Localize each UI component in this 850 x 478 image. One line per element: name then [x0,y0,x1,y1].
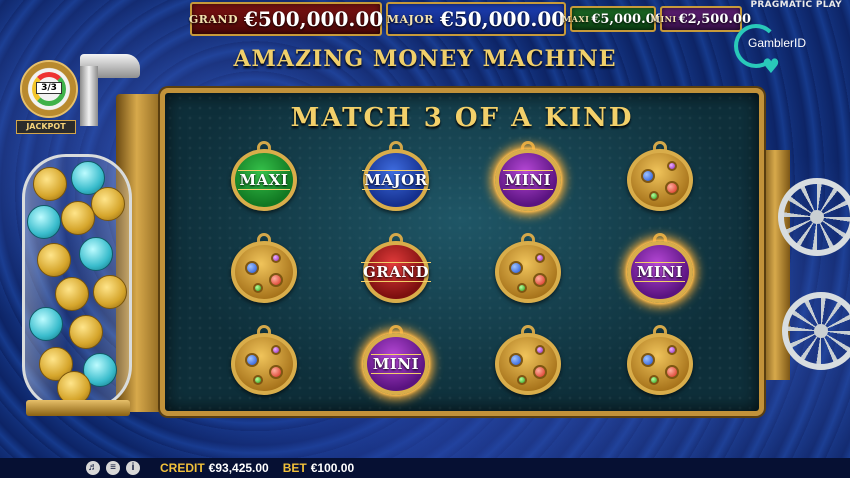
gem-icon [533,273,547,287]
medal-unrevealed[interactable] [627,141,693,211]
coin-icon [69,315,103,349]
jackpot-maxi-label: MAXI [562,14,590,24]
gear-gems-icon [495,241,561,303]
gem-icon [517,375,527,385]
wheel-icon [782,292,850,370]
medal-major[interactable]: MAJOR [362,141,430,211]
board-title: MATCH 3 OF A KIND [290,103,634,133]
gear-gems-icon [627,333,693,395]
jackpot-counter: 3/3 [36,82,62,94]
medal-disc: MAJOR [362,149,430,211]
coin-icon [37,243,71,277]
bet-value: €100.00 [310,461,355,475]
credit-label: CREDIT [160,461,205,475]
jackpot-major-label: MAJOR [386,12,434,26]
gem-icon [271,253,281,263]
gem-icon [253,375,263,385]
gem-icon [245,353,259,367]
gem-icon [667,345,677,355]
jackpot-grand-value: €500,000.00 [244,7,384,31]
gear-gems-icon [231,333,297,395]
gear-gems-icon [231,241,297,303]
medal-unrevealed[interactable] [495,233,561,303]
speaker-icon[interactable]: ♬ [86,461,100,475]
medal-label: MINI [634,262,686,282]
jackpot-label: JACKPOT [16,120,76,134]
gem-icon [269,365,283,379]
gem-icon [517,283,527,293]
gem-icon [667,161,677,171]
coin-icon [29,307,63,341]
jackpot-grand: GRAND €500,000.00 [188,2,384,36]
menu-icon[interactable]: ≡ [106,461,120,475]
jackpot-bar: GRAND €500,000.00 MAJOR €50,000.00 MAXI … [188,2,751,36]
medal-unrevealed[interactable] [627,325,693,395]
gem-icon [649,191,659,201]
coin-icon [79,237,113,271]
coin-icon [93,275,127,309]
pick-board: MATCH 3 OF A KIND MAXI MAJOR MINI GRAND … [160,88,764,416]
medal-mini[interactable]: MINI [495,141,561,211]
gem-icon [509,261,523,275]
info-icon[interactable]: i [126,461,140,475]
medal-disc: MINI [627,241,693,303]
jackpot-maxi: MAXI €5,000.00 [562,6,664,32]
gem-icon [269,273,283,287]
coin-icon [61,201,95,235]
jackpot-mini-label: MINI [650,14,677,24]
medal-unrevealed[interactable] [231,325,297,395]
jackpot-major-value: €50,000.00 [439,7,566,31]
jackpot-grand-label: GRAND [188,12,238,26]
provider-logo: PRAGMATIC PLAY [750,0,842,10]
medal-mini[interactable]: MINI [627,233,693,303]
gem-icon [535,253,545,263]
gem-icon [533,365,547,379]
status-bar: ♬ ≡ i CREDIT €93,425.00 BET €100.00 [0,458,850,478]
pipe [80,66,98,126]
bet-label: BET [282,461,307,475]
gem-icon [271,345,281,355]
gear-gems-icon [495,333,561,395]
gem-icon [535,345,545,355]
gem-icon [641,353,655,367]
gauge-icon: 3/3 [20,60,78,118]
medal-maxi[interactable]: MAXI [231,141,297,211]
jackpot-mini: MINI €2,500.00 [651,6,751,32]
coin-icon [33,167,67,201]
gem-icon [641,169,655,183]
gem-icon [649,375,659,385]
coin-icon [55,277,89,311]
medal-disc: MAXI [231,149,297,211]
money-machine: 3/3 JACKPOT [8,54,168,416]
wheel-icon [778,178,850,256]
gear-gems-icon [627,149,693,211]
medal-unrevealed[interactable] [495,325,561,395]
medal-disc: GRAND [360,241,432,303]
gem-icon [665,365,679,379]
jackpot-major: MAJOR €50,000.00 [386,2,566,36]
tube-base [26,400,130,416]
credit-value: €93,425.00 [208,461,269,475]
coin-icon [91,187,125,221]
gem-icon [665,181,679,195]
gem-icon [253,283,263,293]
medal-mini[interactable]: MINI [363,325,429,395]
gem-icon [509,353,523,367]
medal-unrevealed[interactable] [231,233,297,303]
medal-disc: MINI [495,149,561,211]
medal-label: MAJOR [362,170,430,190]
medal-grand[interactable]: GRAND [360,233,432,303]
medal-label: MINI [502,170,554,190]
coin-tube [22,154,132,410]
gem-icon [245,261,259,275]
medal-disc: MINI [363,333,429,395]
medal-label: MINI [370,354,422,374]
coin-icon [27,205,61,239]
medal-label: GRAND [360,262,432,282]
medal-label: MAXI [237,170,291,190]
